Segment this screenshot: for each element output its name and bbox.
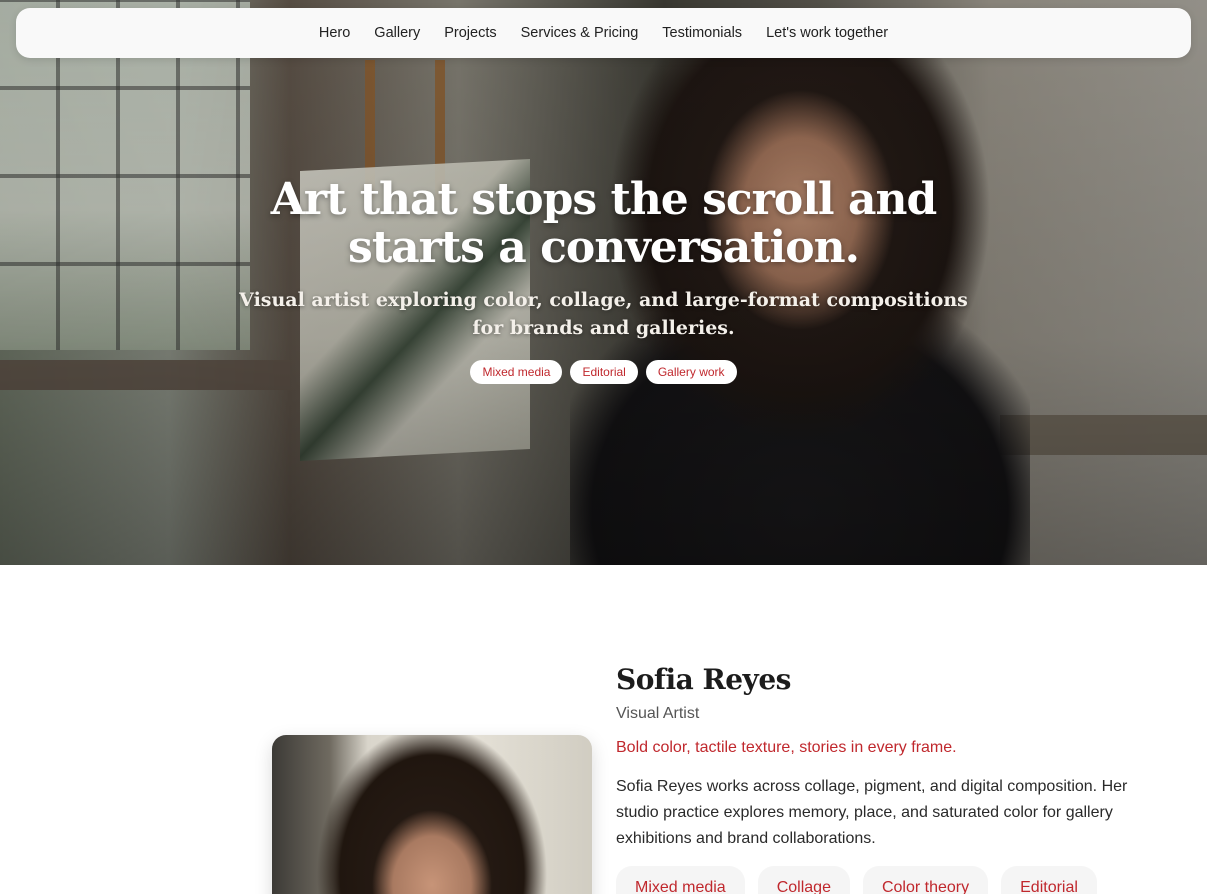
skill-tag-collage: Collage — [757, 866, 850, 894]
artist-bio: Sofia Reyes works across collage, pigmen… — [616, 778, 1128, 847]
skill-tags: Mixed media Collage Color theory Editori… — [616, 866, 1176, 894]
nav-link-hero[interactable]: Hero — [307, 25, 362, 41]
hero-tag-mixed-media: Mixed media — [470, 360, 563, 384]
artist-name: Sofia Reyes — [616, 663, 791, 696]
top-navigation: Hero Gallery Projects Services & Pricing… — [16, 8, 1191, 58]
artist-tagline: Bold color, tactile texture, stories in … — [616, 739, 957, 756]
hero-content: Art that stops the scroll and starts a c… — [0, 176, 1207, 384]
hero-tags: Mixed media Editorial Gallery work — [0, 360, 1207, 384]
hero-section: Art that stops the scroll and starts a c… — [0, 0, 1207, 565]
artist-portrait — [272, 735, 592, 894]
nav-link-gallery[interactable]: Gallery — [362, 25, 432, 41]
nav-link-projects[interactable]: Projects — [432, 25, 508, 41]
skill-tag-editorial: Editorial — [1001, 866, 1097, 894]
about-section: Sofia Reyes Visual Artist Bold color, ta… — [616, 660, 1176, 894]
hero-title: Art that stops the scroll and starts a c… — [270, 174, 937, 273]
hero-tag-editorial: Editorial — [570, 360, 638, 384]
nav-link-contact[interactable]: Let's work together — [754, 25, 900, 41]
hero-subtitle: Visual artist exploring color, collage, … — [239, 289, 968, 339]
nav-link-services-pricing[interactable]: Services & Pricing — [509, 25, 651, 41]
skill-tag-color-theory: Color theory — [862, 866, 989, 894]
skill-tag-mixed-media: Mixed media — [616, 866, 745, 894]
hero-tag-gallery-work: Gallery work — [645, 360, 737, 384]
nav-link-testimonials[interactable]: Testimonials — [650, 25, 754, 41]
artist-role: Visual Artist — [616, 705, 700, 722]
